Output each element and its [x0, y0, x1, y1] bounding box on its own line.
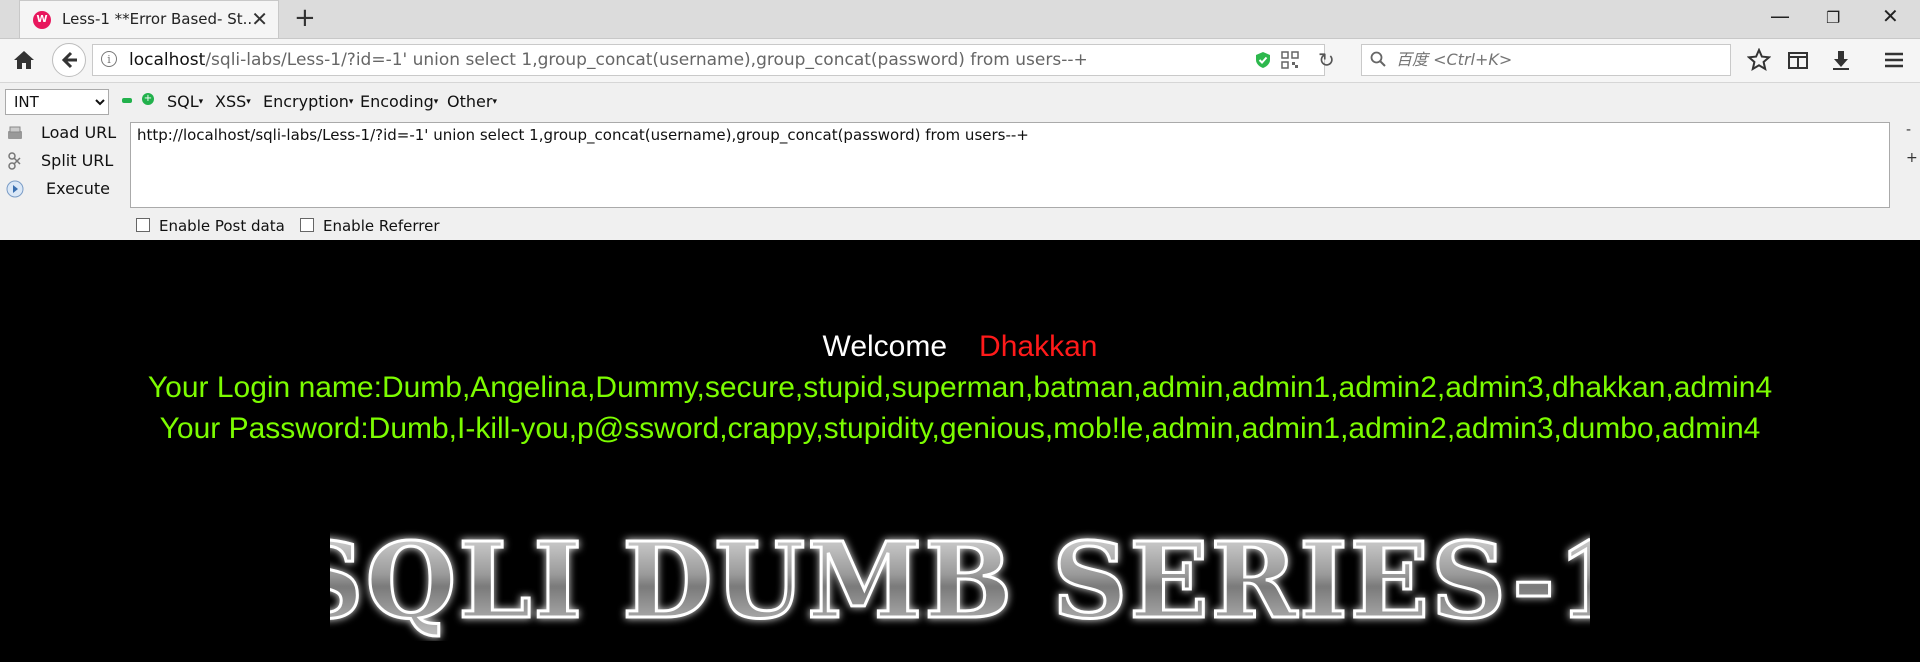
close-window-button[interactable]: ✕: [1882, 4, 1899, 28]
split-url-icon: [8, 152, 21, 170]
split-url-label: Split URL: [41, 151, 114, 170]
page-content: Welcome Dhakkan Your Login name:Dumb,Ange…: [0, 241, 1920, 662]
chevron-down-icon: ▾: [246, 97, 251, 107]
menu-sql[interactable]: SQL▾: [167, 92, 203, 111]
checkbox-box[interactable]: [136, 218, 150, 232]
menu-encoding[interactable]: Encoding▾: [360, 92, 438, 111]
enable-post-data-checkbox[interactable]: Enable Post data: [136, 217, 286, 235]
hackbar-type-select[interactable]: INT: [5, 89, 109, 115]
welcome-name: Dhakkan: [979, 330, 1098, 363]
enable-post-data-label: Enable Post data: [159, 217, 285, 235]
menu-other[interactable]: Other▾: [447, 92, 497, 111]
restore-window-button[interactable]: ❐: [1826, 8, 1840, 27]
menu-encryption[interactable]: Encryption▾: [263, 92, 353, 111]
menu-xss[interactable]: XSS▾: [215, 92, 251, 111]
enable-referrer-checkbox[interactable]: Enable Referrer: [300, 217, 450, 235]
reader-list-icon[interactable]: [1786, 48, 1810, 72]
close-tab-icon[interactable]: ✕: [251, 7, 268, 31]
menu-sql-label: SQL: [167, 92, 199, 111]
navigation-bar: i localhost/sqli-labs/Less-1/?id=-1' uni…: [0, 39, 1920, 83]
menu-icon[interactable]: [1882, 48, 1906, 72]
favicon-icon: W: [33, 11, 51, 29]
load-url-label: Load URL: [41, 123, 117, 142]
password-result: Your Password:Dumb,I-kill-you,p@ssword,c…: [159, 412, 1761, 445]
search-input[interactable]: [1394, 49, 1718, 70]
url-host: localhost: [129, 50, 206, 70]
menu-xss-label: XSS: [215, 92, 247, 111]
bookmark-star-icon[interactable]: [1747, 48, 1771, 72]
load-url-button[interactable]: Load URL: [0, 120, 120, 146]
decrease-icon[interactable]: [122, 98, 132, 103]
search-bar[interactable]: [1361, 44, 1731, 76]
execute-icon: [6, 180, 24, 198]
qr-code-icon[interactable]: [1281, 51, 1299, 69]
shrink-textarea-button[interactable]: -: [1906, 122, 1911, 138]
split-url-button[interactable]: Split URL: [0, 148, 120, 174]
back-button[interactable]: [52, 43, 86, 77]
welcome-text: Welcome: [822, 330, 948, 363]
download-icon[interactable]: [1829, 48, 1853, 72]
hackbar-toolbar: INT + SQL▾ XSS▾ Encryption▾ Encoding▾ Ot…: [0, 88, 1920, 118]
info-icon[interactable]: i: [101, 51, 117, 67]
chevron-down-icon: ▾: [433, 97, 439, 107]
browser-tab[interactable]: W Less-1 **Error Based- St... ✕: [19, 0, 279, 38]
enable-referrer-label: Enable Referrer: [323, 217, 440, 235]
execute-button[interactable]: Execute: [0, 176, 120, 202]
tab-title: Less-1 **Error Based- St...: [62, 10, 252, 28]
chevron-down-icon: ▾: [348, 97, 354, 107]
new-tab-button[interactable]: +: [294, 3, 316, 33]
expand-textarea-button[interactable]: +: [1906, 150, 1918, 166]
hackbar-url-textarea[interactable]: http://localhost/sqli-labs/Less-1/?id=-1…: [130, 122, 1890, 208]
hackbar-actions: Load URL Split URL Execute: [0, 120, 120, 210]
address-text[interactable]: localhost/sqli-labs/Less-1/?id=-1' union…: [129, 50, 1088, 70]
menu-encoding-label: Encoding: [360, 92, 434, 111]
url-path: /sqli-labs/Less-1/?id=-1' union select 1…: [205, 50, 1088, 70]
load-url-icon: [8, 126, 22, 139]
welcome-line: Welcome Dhakkan: [0, 330, 1920, 364]
increase-icon[interactable]: +: [142, 93, 154, 105]
minimize-window-button[interactable]: —: [1770, 4, 1790, 28]
address-bar[interactable]: i localhost/sqli-labs/Less-1/?id=-1' uni…: [92, 44, 1325, 76]
tab-bar: W Less-1 **Error Based- St... ✕ + — ❐ ✕: [0, 0, 1920, 39]
chevron-down-icon: ▾: [198, 97, 204, 107]
login-name-result: Your Login name:Dumb,Angelina,Dummy,secu…: [147, 371, 1773, 404]
home-icon[interactable]: [12, 48, 36, 72]
back-arrow-icon: [61, 51, 77, 69]
checkbox-box[interactable]: [300, 218, 314, 232]
execute-label: Execute: [46, 179, 110, 198]
browser-chrome: W Less-1 **Error Based- St... ✕ + — ❐ ✕ …: [0, 0, 1920, 240]
menu-encryption-label: Encryption: [263, 92, 349, 111]
chevron-down-icon: ▾: [492, 97, 497, 107]
search-icon: [1370, 51, 1386, 67]
banner-text: SQLI DUMB SERIES-1: [330, 521, 1590, 641]
reload-icon[interactable]: ↻: [1318, 48, 1335, 72]
shield-icon[interactable]: [1255, 51, 1271, 69]
sqli-dumb-series-banner: SQLI DUMB SERIES-1: [330, 521, 1590, 641]
menu-other-label: Other: [447, 92, 493, 111]
